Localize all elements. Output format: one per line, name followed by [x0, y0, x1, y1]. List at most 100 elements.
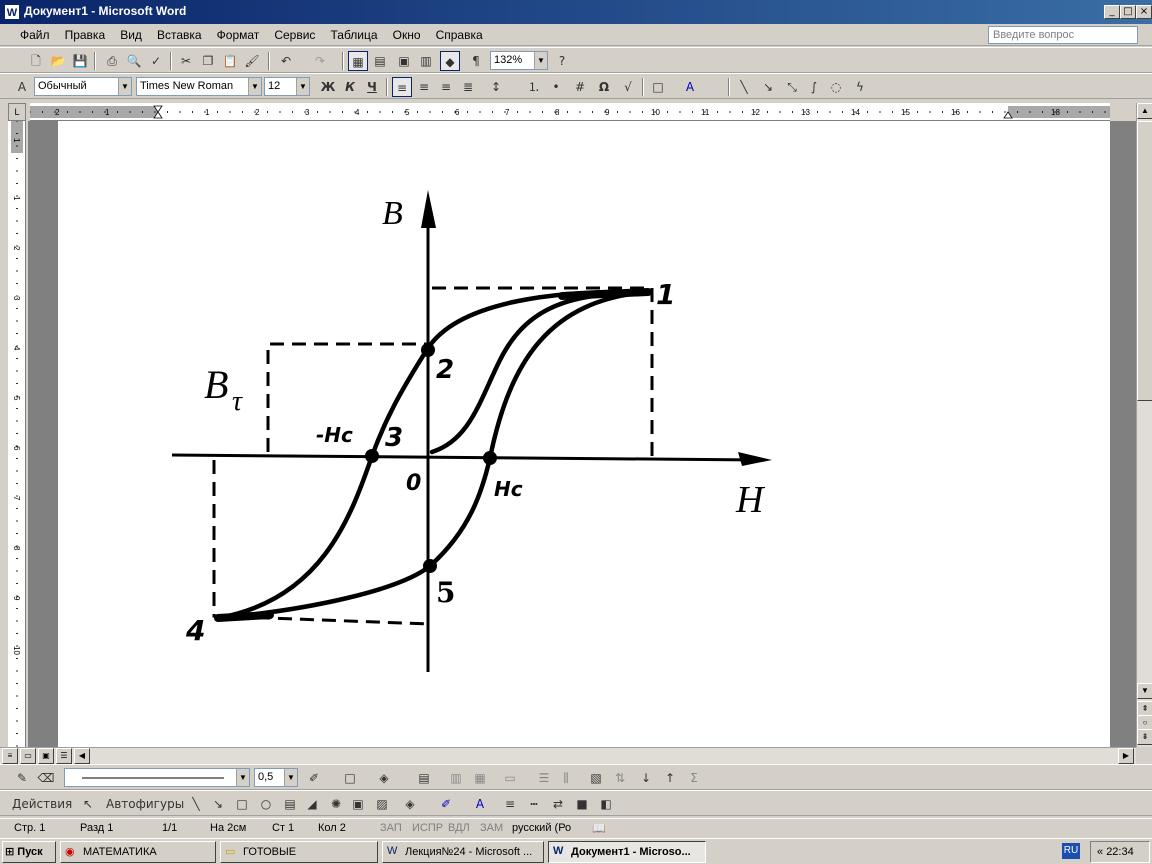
menu-file[interactable]: Файл [14, 24, 56, 46]
clock[interactable]: 22:34 [1106, 846, 1134, 858]
justify-icon[interactable]: ≣ [458, 77, 478, 97]
horizontal-scrollbar[interactable]: ≡ ▭ ▣ ☰ ◀ ▶ [0, 747, 1136, 764]
actions-menu[interactable]: Действия [12, 794, 74, 814]
horizontal-ruler[interactable]: 2 1 1 2 3 4 5 6 7 8 9 10 11 12 13 14 15 16 18 [29, 103, 1110, 121]
next-page-icon[interactable]: ⇟ [1137, 729, 1152, 745]
tab-selector[interactable]: L [8, 103, 26, 121]
outline-view-icon[interactable]: ☰ [56, 748, 72, 764]
status-language[interactable]: русский (Ро [512, 822, 571, 834]
pencil-icon[interactable]: ✎ [12, 768, 32, 788]
spelling-status-icon[interactable]: 📖 [592, 822, 606, 835]
insert-table-icon[interactable]: ▤ [370, 51, 390, 71]
eraser-icon[interactable]: ⌫ [36, 768, 56, 788]
sort-asc-icon[interactable]: ↓ [636, 768, 656, 788]
print-preview-icon[interactable]: 🔍 [124, 51, 144, 71]
arrow-style-icon[interactable]: ⇄ [548, 794, 568, 814]
border-color-icon[interactable]: ✐ [304, 768, 324, 788]
menu-edit[interactable]: Правка [59, 24, 112, 46]
insert-table-icon[interactable]: ▤ [414, 768, 434, 788]
word-app-icon[interactable]: W [4, 4, 20, 20]
fill-color-icon[interactable]: ◈ [400, 794, 420, 814]
task-document1[interactable]: W Документ1 - Microso... [548, 841, 706, 863]
save-icon[interactable]: 💾 [70, 51, 90, 71]
merge-cells-icon[interactable]: ▥ [446, 768, 466, 788]
line-style-icon[interactable]: ≡ [500, 794, 520, 814]
dash-style-icon[interactable]: ┅ [524, 794, 544, 814]
start-button[interactable]: ⊞ Пуск [2, 841, 56, 863]
menu-format[interactable]: Формат [211, 24, 266, 46]
scroll-left-icon[interactable]: ◀ [74, 748, 90, 764]
oval-icon[interactable]: ○ [256, 794, 276, 814]
autosum-icon[interactable]: Σ [684, 768, 704, 788]
align-center-icon[interactable]: ≡ [414, 77, 434, 97]
cut-icon[interactable]: ✂ [176, 51, 196, 71]
status-rec[interactable]: ЗАП [380, 822, 402, 834]
paste-icon[interactable]: 📋 [220, 51, 240, 71]
language-indicator[interactable]: RU [1062, 843, 1080, 859]
normal-view-icon[interactable]: ≡ [2, 748, 18, 764]
rectangle-icon[interactable]: □ [232, 794, 252, 814]
textbox-icon[interactable]: ▤ [280, 794, 300, 814]
scribble-icon[interactable]: ϟ [850, 77, 870, 97]
distribute-cols-icon[interactable]: ⫼ [556, 768, 576, 788]
align-right-icon[interactable]: ≡ [436, 77, 456, 97]
insert-excel-icon[interactable]: ▣ [394, 51, 414, 71]
undo-icon[interactable]: ↶ [276, 51, 296, 71]
numbering-icon[interactable]: ⒈ [524, 77, 544, 97]
tables-borders-icon[interactable]: ▦ [348, 51, 368, 71]
picture-icon[interactable]: ▨ [372, 794, 392, 814]
double-arrow-icon[interactable]: ⤡ [782, 77, 802, 97]
sort-desc-icon[interactable]: ↑ [660, 768, 680, 788]
shading-icon[interactable]: ◈ [374, 768, 394, 788]
font-color-draw-icon[interactable]: A [470, 794, 490, 814]
line-color-icon[interactable]: ✐ [436, 794, 456, 814]
font-select[interactable]: Times New Roman ▼ [136, 77, 262, 96]
status-ext[interactable]: ВДЛ [448, 822, 470, 834]
menu-table[interactable]: Таблица [325, 24, 384, 46]
align-cell-icon[interactable]: ▭ [500, 768, 520, 788]
bullets-icon[interactable]: • [546, 77, 566, 97]
align-left-icon[interactable]: ≡ [392, 77, 412, 97]
font-size-select[interactable]: 12 ▼ [264, 77, 310, 96]
tray-expand-icon[interactable]: « [1097, 846, 1103, 858]
split-cells-icon[interactable]: ▦ [470, 768, 490, 788]
autoformat-icon[interactable]: ▧ [586, 768, 606, 788]
menu-tools[interactable]: Сервис [268, 24, 321, 46]
minimize-button[interactable]: _ [1104, 5, 1120, 19]
distribute-rows-icon[interactable]: ☰ [534, 768, 554, 788]
style-select[interactable]: Обычный ▼ [34, 77, 132, 96]
print-layout-icon[interactable]: ▣ [38, 748, 54, 764]
status-trk[interactable]: ИСПР [412, 822, 443, 834]
arrow-icon[interactable]: ↘ [208, 794, 228, 814]
line-draw-icon[interactable]: ╲ [734, 77, 754, 97]
text-direction-icon[interactable]: ⇅ [610, 768, 630, 788]
format-painter-icon[interactable]: 🖌 [242, 51, 262, 71]
line-spacing-icon[interactable]: ↕ [486, 77, 506, 97]
restore-button[interactable]: □ [1120, 5, 1136, 19]
scroll-down-icon[interactable]: ▼ [1137, 683, 1152, 699]
scroll-thumb[interactable] [1137, 121, 1152, 401]
diagram-icon[interactable]: ✺ [326, 794, 346, 814]
redo-icon[interactable]: ↷ [310, 51, 330, 71]
spelling-icon[interactable]: ✓ [146, 51, 166, 71]
line-icon[interactable]: ╲ [186, 794, 206, 814]
help-icon[interactable]: ? [552, 51, 572, 71]
open-folder-icon[interactable]: 📂 [48, 51, 68, 71]
freeform-icon[interactable]: ◌ [826, 77, 846, 97]
task-matematika[interactable]: ◉ МАТЕМАТИКА [60, 841, 216, 863]
task-lecture[interactable]: W Лекция№24 - Microsoft ... [382, 841, 544, 863]
autoshapes-menu[interactable]: Автофигуры [106, 794, 184, 814]
close-button[interactable]: × [1136, 5, 1152, 19]
new-document-icon[interactable]: 🗋 [26, 51, 46, 71]
italic-button[interactable]: К [340, 77, 360, 97]
menu-view[interactable]: Вид [114, 24, 148, 46]
document-page[interactable]: B H 0 1 2 3 4 5 -Hc Hc B τ [58, 121, 1110, 747]
task-gotovye[interactable]: ▭ ГОТОВЫЕ [220, 841, 378, 863]
show-hide-icon[interactable]: ¶ [466, 51, 486, 71]
menu-insert[interactable]: Вставка [151, 24, 208, 46]
line-weight-select[interactable]: 0,5 ▼ [254, 768, 298, 787]
vertical-ruler[interactable]: 1 1 2 3 4 5 6 7 8 9 10 [8, 120, 26, 747]
curve-icon[interactable]: ∫ [804, 77, 824, 97]
zoom-select[interactable]: 132% ▼ [490, 51, 548, 70]
columns-icon[interactable]: ▥ [416, 51, 436, 71]
